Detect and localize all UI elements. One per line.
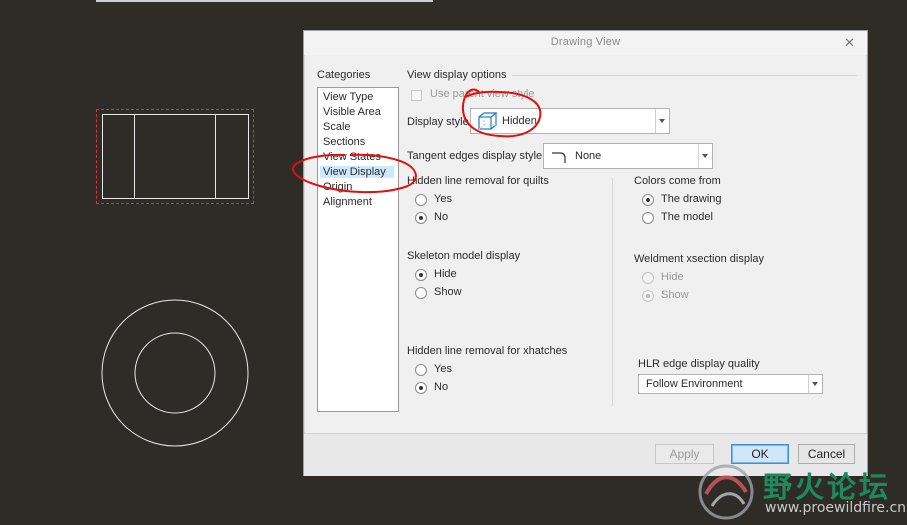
weldment-show-radio[interactable] bbox=[642, 290, 654, 302]
skeleton-hide-label: Hide bbox=[434, 268, 457, 280]
skeleton-hide-radio[interactable] bbox=[415, 269, 427, 281]
category-view-display[interactable]: View Display bbox=[320, 166, 394, 178]
colors-drawing-radio[interactable] bbox=[642, 194, 654, 206]
chevron-down-icon[interactable] bbox=[698, 144, 712, 168]
skeleton-show-radio[interactable] bbox=[415, 287, 427, 299]
quilts-no-radio[interactable] bbox=[415, 212, 427, 224]
front-view-hidden-line bbox=[215, 114, 216, 199]
tangent-edge-icon bbox=[552, 152, 566, 163]
ok-button[interactable]: OK bbox=[731, 444, 789, 464]
xhatches-no-radio[interactable] bbox=[415, 382, 427, 394]
watermark-url-text: www.proewildfire.cn bbox=[765, 500, 907, 516]
weldment-show-label: Show bbox=[661, 289, 689, 301]
categories-list[interactable]: View Type Visible Area Scale Sections Vi… bbox=[317, 87, 399, 412]
categories-label: Categories bbox=[317, 69, 371, 81]
drawing-edge-strip bbox=[96, 0, 433, 2]
colors-model-radio[interactable] bbox=[642, 212, 654, 224]
category-visible-area[interactable]: Visible Area bbox=[323, 106, 381, 118]
weldment-hide-radio[interactable] bbox=[642, 272, 654, 284]
category-view-type[interactable]: View Type bbox=[323, 91, 373, 103]
quilts-yes-label: Yes bbox=[434, 193, 452, 205]
front-view-rectangle[interactable] bbox=[102, 114, 249, 199]
section-divider bbox=[512, 75, 857, 76]
apply-button[interactable]: Apply bbox=[655, 444, 714, 464]
top-view-circles[interactable] bbox=[100, 298, 252, 450]
chevron-down-icon[interactable] bbox=[808, 375, 822, 393]
hlr-quality-label: HLR edge display quality bbox=[638, 358, 760, 370]
category-origin[interactable]: Origin bbox=[323, 181, 352, 193]
weldment-xsection-label: Weldment xsection display bbox=[634, 253, 765, 265]
quilts-no-label: No bbox=[434, 211, 449, 223]
colors-from-label: Colors come from bbox=[634, 175, 721, 187]
close-icon[interactable]: ✕ bbox=[844, 35, 855, 51]
section-title: View display options bbox=[407, 69, 507, 81]
front-view-hidden-line bbox=[134, 114, 135, 199]
hlr-quality-dropdown[interactable]: Follow Environment bbox=[638, 374, 823, 394]
display-style-value: Hidden bbox=[502, 115, 537, 127]
skeleton-display-label: Skeleton model display bbox=[407, 250, 521, 262]
display-style-dropdown[interactable]: Hidden bbox=[470, 108, 670, 134]
tangent-edges-dropdown[interactable]: None bbox=[543, 143, 713, 169]
cancel-button[interactable]: Cancel bbox=[798, 444, 855, 464]
use-parent-view-style-checkbox[interactable] bbox=[411, 90, 422, 101]
colors-drawing-label: The drawing bbox=[661, 193, 722, 205]
dialog-title: Drawing View bbox=[550, 36, 621, 48]
colors-model-label: The model bbox=[661, 211, 713, 223]
category-alignment[interactable]: Alignment bbox=[323, 196, 372, 208]
use-parent-view-style-label: Use parent view style bbox=[430, 88, 535, 100]
tangent-edges-value: None bbox=[575, 150, 602, 162]
hlr-quality-value: Follow Environment bbox=[646, 378, 743, 390]
tangent-edges-label: Tangent edges display style bbox=[407, 150, 543, 162]
weldment-hide-label: Hide bbox=[661, 271, 684, 283]
display-style-label: Display style bbox=[407, 116, 469, 128]
category-sections[interactable]: Sections bbox=[323, 136, 365, 148]
drawing-view-dialog: Drawing View ✕ Categories View Type Visi… bbox=[303, 30, 868, 476]
category-scale[interactable]: Scale bbox=[323, 121, 351, 133]
hidden-style-icon bbox=[478, 112, 498, 130]
category-view-states[interactable]: View States bbox=[323, 151, 381, 163]
hidden-line-quilts-label: Hidden line removal for quilts bbox=[407, 175, 549, 187]
chevron-down-icon[interactable] bbox=[655, 109, 669, 133]
skeleton-show-label: Show bbox=[434, 286, 462, 298]
column-divider bbox=[612, 178, 613, 406]
hidden-line-xhatches-label: Hidden line removal for xhatches bbox=[407, 345, 568, 357]
xhatches-yes-label: Yes bbox=[434, 363, 452, 375]
xhatches-no-label: No bbox=[434, 381, 449, 393]
xhatches-yes-radio[interactable] bbox=[415, 364, 427, 376]
quilts-yes-radio[interactable] bbox=[415, 194, 427, 206]
